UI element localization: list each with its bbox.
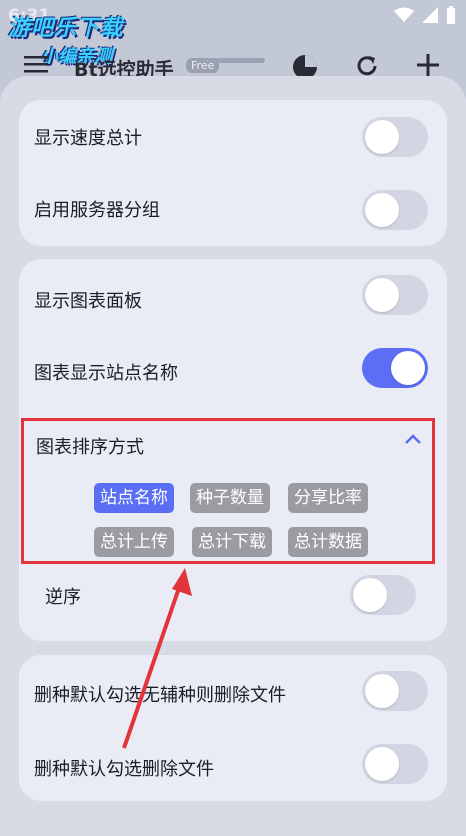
setting-row-reverse[interactable]: 逆序 [19,565,447,637]
menu-icon[interactable] [24,54,48,74]
sort-chip-total-data[interactable]: 总计数据 [288,527,368,557]
setting-row-server-group[interactable]: 启用服务器分组 [19,172,447,244]
add-icon[interactable] [417,54,439,76]
setting-row-chart-site-name[interactable]: 图表显示站点名称 [19,331,447,403]
chart-site-name-toggle[interactable] [362,348,428,388]
reverse-toggle[interactable] [350,575,416,615]
watermark-line1: 游吧乐下载 [8,16,124,41]
setting-label: 显示图表面板 [34,291,142,312]
sort-chip-seed-count[interactable]: 种子数量 [190,483,270,513]
battery-icon [447,6,455,24]
server-group-toggle[interactable] [362,190,428,230]
reverse-label: 逆序 [45,587,81,608]
sort-order-title: 图表排序方式 [36,437,144,458]
sort-chip-total-upload[interactable]: 总计上传 [94,527,174,557]
setting-label: 删种默认勾选无辅种则删除文件 [34,685,286,706]
setting-row-speed-total[interactable]: 显示速度总计 [19,100,447,172]
delete-files-toggle[interactable] [362,744,428,784]
setting-label: 删种默认勾选删除文件 [34,759,214,780]
sort-chip-share-ratio[interactable]: 分享比率 [288,483,368,513]
setting-row-delete-files[interactable]: 删种默认勾选删除文件 [19,727,447,799]
wifi-icon [394,7,414,22]
signal-icon [422,7,438,23]
sheet-drag-handle[interactable] [201,58,265,63]
setting-row-delete-no-seed[interactable]: 删种默认勾选无辅种则删除文件 [19,655,447,727]
sort-order-highlight: 图表排序方式 站点名称 种子数量 分享比率 总计上传 总计下载 总计数据 [21,418,435,564]
setting-row-chart-panel[interactable]: 显示图表面板 [19,259,447,331]
settings-card-display: 显示速度总计 启用服务器分组 [19,100,447,246]
chart-panel-toggle[interactable] [362,275,428,315]
delete-no-seed-toggle[interactable] [362,671,428,711]
setting-label: 启用服务器分组 [34,200,160,221]
sort-chip-site-name[interactable]: 站点名称 [94,483,174,513]
speed-total-toggle[interactable] [362,117,428,157]
setting-label: 显示速度总计 [34,128,142,149]
settings-card-delete: 删种默认勾选无辅种则删除文件 删种默认勾选删除文件 [19,655,447,801]
refresh-icon[interactable] [355,54,379,78]
sort-chip-total-download[interactable]: 总计下载 [192,527,272,557]
chevron-up-icon[interactable] [404,433,422,445]
setting-label: 图表显示站点名称 [34,363,178,384]
